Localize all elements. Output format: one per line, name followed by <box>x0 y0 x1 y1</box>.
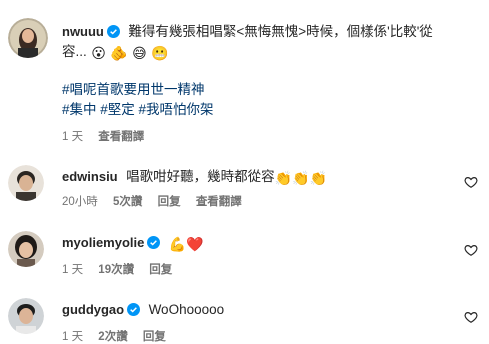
hashtag-line-1[interactable]: #唱呢首歌要用世一精神 <box>62 80 214 100</box>
verified-badge-icon <box>147 236 161 249</box>
reply-button[interactable]: 回复 <box>143 331 166 343</box>
post-time: 1 天 <box>62 131 84 143</box>
comment-meta: 20小時 5次讚 回复 查看翻譯 <box>62 193 254 209</box>
comment-meta: 1 天 2次讚 回复 <box>62 328 178 344</box>
heart-outline-icon[interactable] <box>464 310 478 324</box>
emoji-astonished: 😮 <box>91 45 106 61</box>
comment-likes[interactable]: 2次讚 <box>98 331 127 343</box>
comment-text: WoOhooooo <box>148 302 225 317</box>
post-translate-link[interactable]: 查看翻譯 <box>98 131 144 143</box>
reply-button[interactable]: 回复 <box>149 264 172 276</box>
avatar-guddygao[interactable] <box>8 298 44 334</box>
verified-badge-icon <box>106 25 120 38</box>
emoji-grimace: 😬 <box>151 45 169 61</box>
heart-outline-icon[interactable] <box>464 243 478 257</box>
avatar-nwuuu[interactable] <box>8 18 48 58</box>
post-username[interactable]: nwuuu <box>62 24 104 39</box>
reply-button[interactable]: 回复 <box>158 196 181 208</box>
emoji-sweat-smile: 😅 <box>132 45 147 61</box>
emoji-clap: 👏 <box>309 170 327 186</box>
emoji-flexed-biceps: 💪 <box>168 236 187 252</box>
comment-likes[interactable]: 19次讚 <box>98 264 134 276</box>
comment-text: 唱歌咁好聽，幾時都從容 <box>126 169 275 184</box>
comment-time: 1 天 <box>62 331 84 343</box>
comment-guddygao: guddygao WoOhooooo 1 天 2次讚 回复 <box>0 290 489 344</box>
hashtag-line-2[interactable]: #集中 #堅定 #我唔怕你架 <box>62 100 214 120</box>
comment-meta: 1 天 19次讚 回复 <box>62 261 184 277</box>
post-caption: nwuuu 難得有幾張相唱緊<無悔無愧>時候，個樣係'比較'從 容... 😮 🫵… <box>0 0 489 150</box>
comment-username[interactable]: myoliemyolie <box>62 235 144 250</box>
emoji-clap: 👏 <box>292 170 310 186</box>
emoji-clap: 👏 <box>274 170 293 186</box>
emoji-point: 🫵 <box>110 45 128 61</box>
avatar-myoliemyolie[interactable] <box>8 231 44 267</box>
post-meta: 1 天 查看翻譯 <box>62 128 156 144</box>
post-caption-text-1: 難得有幾張相唱緊<無悔無愧>時候，個樣係'比較'從 <box>128 24 433 39</box>
comment-edwinsiu: edwinsiu 唱歌咁好聽，幾時都從容👏👏👏 20小時 5次讚 回复 查看翻譯 <box>0 155 489 217</box>
comment-time: 1 天 <box>62 264 84 276</box>
comment-time: 20小時 <box>62 196 98 208</box>
avatar-edwinsiu[interactable] <box>8 165 44 201</box>
verified-badge-icon <box>127 303 141 316</box>
translate-link[interactable]: 查看翻譯 <box>196 196 242 208</box>
comment-likes[interactable]: 5次讚 <box>113 196 142 208</box>
heart-outline-icon[interactable] <box>464 175 478 189</box>
post-caption-text-2: 容... <box>62 44 87 59</box>
comment-username[interactable]: guddygao <box>62 302 124 317</box>
emoji-red-heart: ❤️ <box>186 236 204 252</box>
comment-myoliemyolie: myoliemyolie 💪❤️ 1 天 19次讚 回复 <box>0 223 489 285</box>
comment-username[interactable]: edwinsiu <box>62 169 118 184</box>
